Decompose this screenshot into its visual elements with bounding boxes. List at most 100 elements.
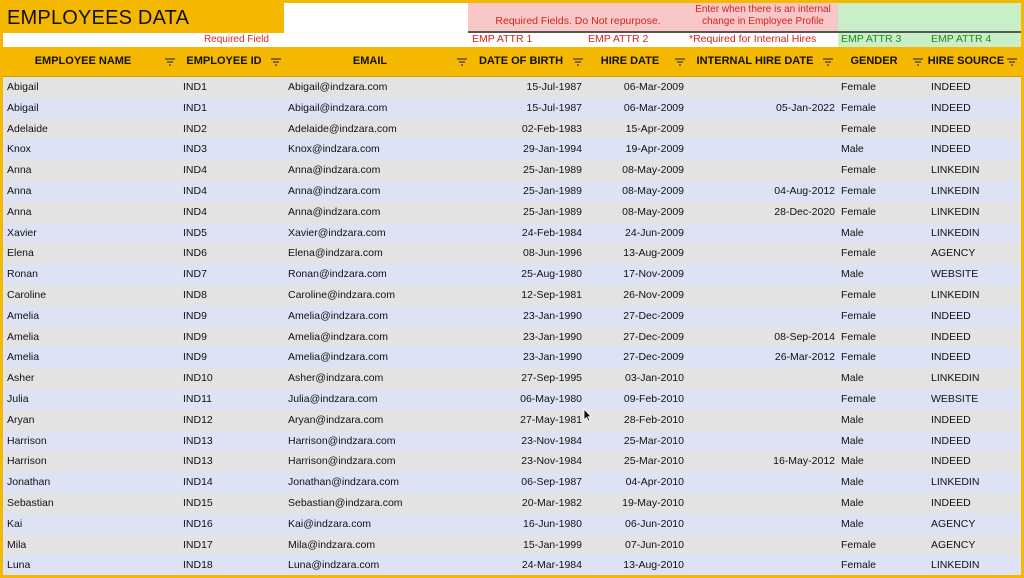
cell-internal-hire-date[interactable] <box>689 514 837 535</box>
cell-employee-id[interactable]: IND16 <box>179 514 285 535</box>
cell-employee-name[interactable]: Elena <box>3 243 179 264</box>
cell-gender[interactable]: Female <box>837 243 927 264</box>
cell-date-of-birth[interactable]: 02-Feb-1983 <box>471 119 587 140</box>
cell-hire-source[interactable]: INDEED <box>927 306 1021 327</box>
cell-email[interactable]: Xavier@indzara.com <box>285 223 471 244</box>
column-header-date-of-birth[interactable]: DATE OF BIRTH <box>471 47 587 76</box>
cell-employee-name[interactable]: Anna <box>3 181 179 202</box>
column-header-employee-name[interactable]: EMPLOYEE NAME <box>3 47 179 76</box>
table-row[interactable]: Amelia IND9 Amelia@indzara.com 23-Jan-1990 2… <box>3 347 1021 369</box>
cell-email[interactable]: Abigail@indzara.com <box>285 77 471 98</box>
cell-date-of-birth[interactable]: 25-Aug-1980 <box>471 264 587 285</box>
cell-employee-name[interactable]: Julia <box>3 389 179 410</box>
cell-employee-id[interactable]: IND4 <box>179 181 285 202</box>
cell-gender[interactable]: Female <box>837 202 927 223</box>
cell-email[interactable]: Mila@indzara.com <box>285 535 471 556</box>
cell-date-of-birth[interactable]: 16-Jun-1980 <box>471 514 587 535</box>
cell-employee-name[interactable]: Xavier <box>3 223 179 244</box>
cell-hire-source[interactable]: INDEED <box>927 139 1021 160</box>
cell-gender[interactable]: Male <box>837 493 927 514</box>
cell-email[interactable]: Asher@indzara.com <box>285 368 471 389</box>
cell-email[interactable]: Luna@indzara.com <box>285 555 471 575</box>
cell-hire-date[interactable]: 04-Apr-2010 <box>587 472 689 493</box>
cell-date-of-birth[interactable]: 23-Nov-1984 <box>471 431 587 452</box>
cell-email[interactable]: Knox@indzara.com <box>285 139 471 160</box>
table-row[interactable]: Julia IND11 Julia@indzara.com 06-May-1980 09… <box>3 388 1021 410</box>
cell-gender[interactable]: Male <box>837 264 927 285</box>
cell-gender[interactable]: Female <box>837 306 927 327</box>
cell-email[interactable]: Elena@indzara.com <box>285 243 471 264</box>
cell-employee-id[interactable]: IND1 <box>179 77 285 98</box>
cell-date-of-birth[interactable]: 15-Jan-1999 <box>471 535 587 556</box>
cell-internal-hire-date[interactable] <box>689 472 837 493</box>
cell-hire-date[interactable]: 13-Aug-2009 <box>587 243 689 264</box>
cell-gender[interactable]: Male <box>837 223 927 244</box>
cell-hire-date[interactable]: 17-Nov-2009 <box>587 264 689 285</box>
table-row[interactable]: Xavier IND5 Xavier@indzara.com 24-Feb-1984 2… <box>3 222 1021 244</box>
cell-hire-date[interactable]: 13-Aug-2010 <box>587 555 689 575</box>
cell-hire-source[interactable]: LINKEDIN <box>927 368 1021 389</box>
cell-internal-hire-date[interactable] <box>689 264 837 285</box>
cell-internal-hire-date[interactable] <box>689 368 837 389</box>
cell-gender[interactable]: Female <box>837 389 927 410</box>
cell-gender[interactable]: Female <box>837 327 927 348</box>
cell-hire-date[interactable]: 28-Feb-2010 <box>587 410 689 431</box>
cell-hire-date[interactable]: 25-Mar-2010 <box>587 431 689 452</box>
cell-internal-hire-date[interactable] <box>689 306 837 327</box>
cell-gender[interactable]: Male <box>837 139 927 160</box>
column-header-employee-id[interactable]: EMPLOYEE ID <box>179 47 285 76</box>
cell-hire-date[interactable]: 24-Jun-2009 <box>587 223 689 244</box>
cell-internal-hire-date[interactable] <box>689 535 837 556</box>
cell-internal-hire-date[interactable]: 05-Jan-2022 <box>689 98 837 119</box>
cell-employee-name[interactable]: Amelia <box>3 327 179 348</box>
cell-hire-source[interactable]: WEBSITE <box>927 264 1021 285</box>
cell-gender[interactable]: Male <box>837 410 927 431</box>
cell-internal-hire-date[interactable] <box>689 410 837 431</box>
cell-employee-id[interactable]: IND1 <box>179 98 285 119</box>
cell-hire-source[interactable]: INDEED <box>927 431 1021 452</box>
table-row[interactable]: Amelia IND9 Amelia@indzara.com 23-Jan-1990 2… <box>3 305 1021 327</box>
cell-employee-name[interactable]: Caroline <box>3 285 179 306</box>
cell-email[interactable]: Sebastian@indzara.com <box>285 493 471 514</box>
filter-icon[interactable] <box>573 58 583 66</box>
cell-employee-id[interactable]: IND4 <box>179 160 285 181</box>
cell-employee-name[interactable]: Amelia <box>3 347 179 368</box>
cell-employee-id[interactable]: IND17 <box>179 535 285 556</box>
cell-hire-date[interactable]: 03-Jan-2010 <box>587 368 689 389</box>
cell-email[interactable]: Caroline@indzara.com <box>285 285 471 306</box>
cell-employee-name[interactable]: Anna <box>3 160 179 181</box>
cell-employee-name[interactable]: Asher <box>3 368 179 389</box>
cell-date-of-birth[interactable]: 29-Jan-1994 <box>471 139 587 160</box>
cell-date-of-birth[interactable]: 27-May-1981 <box>471 410 587 431</box>
cell-hire-source[interactable]: LINKEDIN <box>927 202 1021 223</box>
cell-gender[interactable]: Female <box>837 555 927 575</box>
cell-date-of-birth[interactable]: 15-Jul-1987 <box>471 77 587 98</box>
column-header-internal-hire-date[interactable]: INTERNAL HIRE DATE <box>689 47 837 76</box>
cell-hire-date[interactable]: 19-May-2010 <box>587 493 689 514</box>
cell-date-of-birth[interactable]: 12-Sep-1981 <box>471 285 587 306</box>
cell-hire-date[interactable]: 06-Jun-2010 <box>587 514 689 535</box>
cell-employee-name[interactable]: Abigail <box>3 98 179 119</box>
filter-icon[interactable] <box>457 58 467 66</box>
table-row[interactable]: Abigail IND1 Abigail@indzara.com 15-Jul-198… <box>3 77 1021 98</box>
cell-hire-date[interactable]: 27-Dec-2009 <box>587 327 689 348</box>
cell-hire-date[interactable]: 08-May-2009 <box>587 160 689 181</box>
cell-gender[interactable]: Male <box>837 451 927 472</box>
table-row[interactable]: Abigail IND1 Abigail@indzara.com 15-Jul-198… <box>3 97 1021 119</box>
cell-hire-source[interactable]: AGENCY <box>927 243 1021 264</box>
cell-email[interactable]: Anna@indzara.com <box>285 160 471 181</box>
cell-internal-hire-date[interactable]: 08-Sep-2014 <box>689 327 837 348</box>
cell-internal-hire-date[interactable] <box>689 493 837 514</box>
table-row[interactable]: Anna IND4 Anna@indzara.com 25-Jan-1989 08-Ma… <box>3 160 1021 181</box>
table-row[interactable]: Kai IND16 Kai@indzara.com 16-Jun-1980 06-Jun… <box>3 513 1021 535</box>
cell-employee-id[interactable]: IND10 <box>179 368 285 389</box>
cell-employee-id[interactable]: IND11 <box>179 389 285 410</box>
cell-employee-name[interactable]: Harrison <box>3 431 179 452</box>
cell-gender[interactable]: Female <box>837 119 927 140</box>
table-row[interactable]: Caroline IND8 Caroline@indzara.com 12-Sep-1… <box>3 284 1021 306</box>
cell-employee-id[interactable]: IND14 <box>179 472 285 493</box>
cell-date-of-birth[interactable]: 24-Mar-1984 <box>471 555 587 575</box>
table-row[interactable]: Adelaide IND2 Adelaide@indzara.com 02-Feb-1… <box>3 118 1021 140</box>
cell-internal-hire-date[interactable]: 28-Dec-2020 <box>689 202 837 223</box>
cell-date-of-birth[interactable]: 06-Sep-1987 <box>471 472 587 493</box>
